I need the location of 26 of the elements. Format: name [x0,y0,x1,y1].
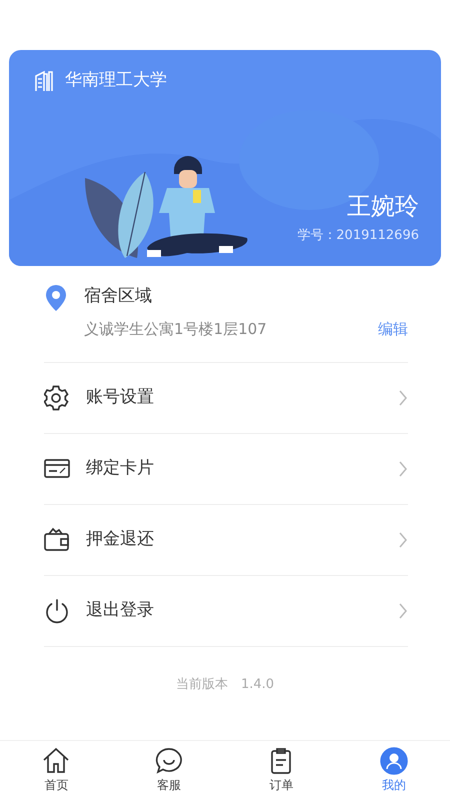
building-icon [33,70,55,92]
power-icon [44,598,70,624]
tab[interactable]: 首页 [0,741,112,800]
location-pin-icon [44,284,68,312]
wallet-icon [44,527,70,553]
menu-item[interactable]: 绑定卡片 [44,434,408,505]
school-name: 华南理工大学 [65,69,167,92]
chevron-right-icon [398,532,408,548]
chat-bubble-icon [154,747,183,775]
home-icon [42,747,70,775]
chevron-right-icon [398,461,408,477]
version-text: 当前版本 1.4.0 [174,676,276,694]
tab[interactable]: 客服 [112,741,225,800]
student-id: 学号：2019112696 [297,227,419,245]
tab[interactable]: 订单 [225,741,338,800]
person-icon [380,747,408,775]
menu-item[interactable]: 账号设置 [44,363,408,434]
gear-icon [44,385,70,411]
chevron-right-icon [398,390,408,406]
user-name: 王婉玲 [347,191,419,222]
dorm-address: 义诚学生公寓1号楼1层107 [84,318,267,340]
menu-item[interactable]: 退出登录 [44,576,408,647]
dorm-title: 宿舍区域 [84,285,153,308]
chevron-right-icon [398,603,408,619]
menu-item[interactable]: 押金退还 [44,505,408,576]
tab[interactable]: 我的 [338,741,450,800]
